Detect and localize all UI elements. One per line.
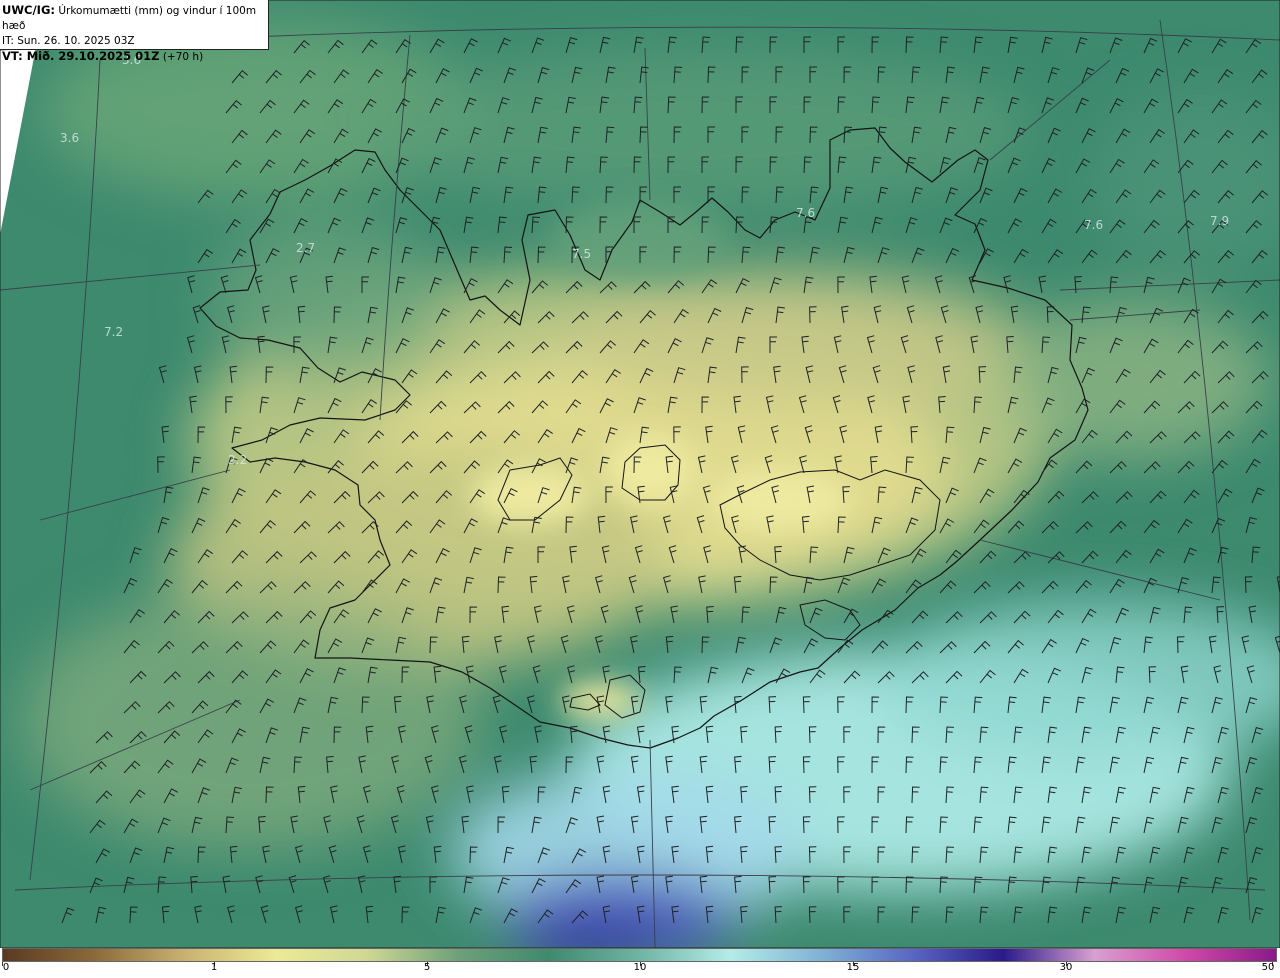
colorbar-tick-label: 1 [210,962,218,973]
contour-value-label: 2.7 [296,241,315,255]
model-label: UWC/IG: [2,3,55,17]
map-info-box: UWC/IG: Úrkomumætti (mm) og vindur í 100… [0,0,269,63]
contour-value-label: 7.9 [1210,214,1229,228]
colorbar-tick-label: 0 [2,962,10,973]
contour-value-label: 3.6 [60,131,79,145]
colorbar-tick-label: 30 [1059,962,1073,973]
vt-offset: (+70 h) [162,51,204,63]
contour-value-label: 7.2 [104,325,123,339]
contour-value-label: 7.6 [1084,218,1103,232]
contour-value-label: 2.2 [228,453,247,467]
colorbar: 0 1 5 10 15 30 50 [0,948,1280,978]
colorbar-tick-label: 5 [423,962,431,973]
it-label: IT: [2,35,14,47]
contour-value-label: 7.6 [796,206,815,220]
colorbar-tick-label: 15 [846,962,860,973]
contour-value-label: 7.5 [572,247,591,261]
colorbar-tick-label: 50 [1261,962,1275,973]
weather-map[interactable]: 3.63.62.77.22.27.57.67.6 7.9 [0,0,1280,948]
it-value: Sun. 26. 10. 2025 03Z [17,35,135,47]
colorbar-tick-label: 10 [633,962,647,973]
colorbar-gradient [2,948,1277,962]
vt-label: VT: Mið. 29.10.2025 01Z [2,49,160,63]
